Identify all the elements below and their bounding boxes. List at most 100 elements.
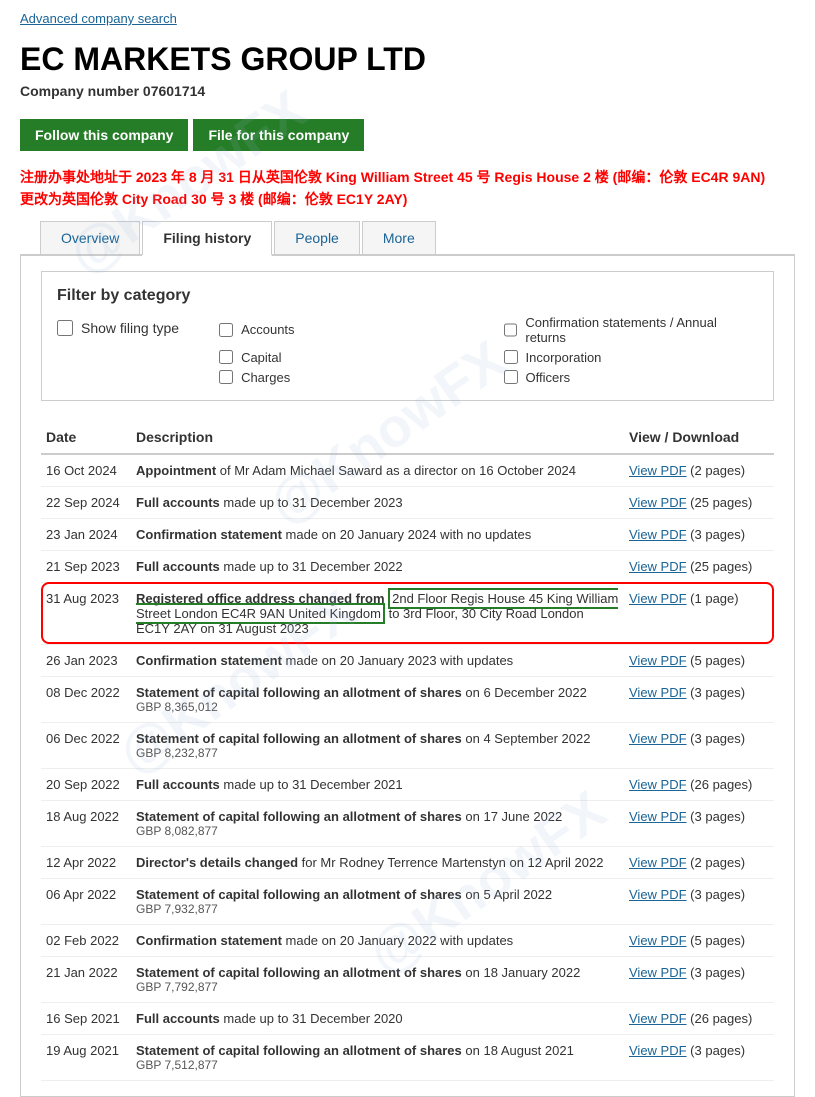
- tabs-nav: Overview Filing history People More: [20, 221, 795, 256]
- view-pdf-link[interactable]: View PDF: [629, 855, 687, 870]
- view-pdf-link[interactable]: View PDF: [629, 1011, 687, 1026]
- main-content: Filter by category Show filing type Acco…: [20, 256, 795, 1097]
- table-row: 31 Aug 2023Registered office address cha…: [41, 582, 774, 644]
- view-pdf-link[interactable]: View PDF: [629, 653, 687, 668]
- page-count: (5 pages): [687, 933, 746, 948]
- filing-description: Full accounts made up to 31 December 202…: [131, 1002, 624, 1034]
- filing-description: Full accounts made up to 31 December 202…: [131, 486, 624, 518]
- filter-incorporation: Incorporation: [504, 350, 758, 365]
- table-row: 22 Sep 2024Full accounts made up to 31 D…: [41, 486, 774, 518]
- filter-row: Show filing type Accounts Confirmation s…: [57, 315, 758, 385]
- filing-description: Statement of capital following an allotm…: [131, 676, 624, 722]
- filing-description: Confirmation statement made on 20 Januar…: [131, 644, 624, 676]
- view-pdf-link[interactable]: View PDF: [629, 591, 687, 606]
- table-row: 06 Dec 2022Statement of capital followin…: [41, 722, 774, 768]
- page-count: (26 pages): [687, 777, 753, 792]
- page-count: (3 pages): [687, 685, 746, 700]
- table-row: 06 Apr 2022Statement of capital followin…: [41, 878, 774, 924]
- view-pdf-link[interactable]: View PDF: [629, 809, 687, 824]
- view-pdf-link[interactable]: View PDF: [629, 527, 687, 542]
- filing-view: View PDF (3 pages): [624, 518, 774, 550]
- filter-capital-checkbox[interactable]: [219, 350, 233, 364]
- filing-view: View PDF (3 pages): [624, 722, 774, 768]
- filing-date: 31 Aug 2023: [41, 582, 131, 644]
- tab-people[interactable]: People: [274, 221, 360, 254]
- table-row: 26 Jan 2023Confirmation statement made o…: [41, 644, 774, 676]
- table-row: 23 Jan 2024Confirmation statement made o…: [41, 518, 774, 550]
- view-pdf-link[interactable]: View PDF: [629, 777, 687, 792]
- tab-more[interactable]: More: [362, 221, 436, 254]
- header-date: Date: [41, 421, 131, 454]
- company-number-value: 07601714: [143, 83, 205, 99]
- advanced-search-link[interactable]: Advanced company search: [20, 11, 177, 26]
- view-pdf-link[interactable]: View PDF: [629, 685, 687, 700]
- page-count: (3 pages): [687, 527, 746, 542]
- page-count: (25 pages): [687, 559, 753, 574]
- view-pdf-link[interactable]: View PDF: [629, 495, 687, 510]
- filing-view: View PDF (3 pages): [624, 800, 774, 846]
- filing-description: Statement of capital following an allotm…: [131, 878, 624, 924]
- table-header: Date Description View / Download: [41, 421, 774, 454]
- filter-accounts-checkbox[interactable]: [219, 323, 233, 337]
- tab-filing-history[interactable]: Filing history: [142, 221, 272, 256]
- view-pdf-link[interactable]: View PDF: [629, 559, 687, 574]
- show-filing-checkbox[interactable]: [57, 320, 73, 336]
- table-row: 21 Sep 2023Full accounts made up to 31 D…: [41, 550, 774, 582]
- filter-confirmation-checkbox[interactable]: [504, 323, 518, 337]
- filing-description: Statement of capital following an allotm…: [131, 722, 624, 768]
- notice-line1: 注册办事处地址于 2023 年 8 月 31 日从英国伦敦 King Willi…: [20, 166, 795, 188]
- filing-date: 16 Sep 2021: [41, 1002, 131, 1034]
- table-row: 02 Feb 2022Confirmation statement made o…: [41, 924, 774, 956]
- filter-charges: Charges: [219, 370, 473, 385]
- page-count: (25 pages): [687, 495, 753, 510]
- filing-description: Registered office address changed from 2…: [131, 582, 624, 644]
- table-row: 08 Dec 2022Statement of capital followin…: [41, 676, 774, 722]
- company-number-label: Company number: [20, 83, 139, 99]
- address-notice: 注册办事处地址于 2023 年 8 月 31 日从英国伦敦 King Willi…: [0, 161, 815, 221]
- tab-overview[interactable]: Overview: [40, 221, 140, 254]
- follow-button[interactable]: Follow this company: [20, 119, 188, 151]
- filing-view: View PDF (26 pages): [624, 1002, 774, 1034]
- filing-date: 08 Dec 2022: [41, 676, 131, 722]
- filter-charges-checkbox[interactable]: [219, 370, 233, 384]
- filing-date: 20 Sep 2022: [41, 768, 131, 800]
- page-count: (3 pages): [687, 731, 746, 746]
- filter-officers-checkbox[interactable]: [504, 370, 518, 384]
- filing-sub: GBP 7,792,877: [136, 980, 619, 994]
- filing-view: View PDF (3 pages): [624, 676, 774, 722]
- view-pdf-link[interactable]: View PDF: [629, 887, 687, 902]
- filter-title: Filter by category: [57, 287, 758, 305]
- filing-view: View PDF (25 pages): [624, 550, 774, 582]
- filing-description: Confirmation statement made on 20 Januar…: [131, 518, 624, 550]
- page-count: (3 pages): [687, 809, 746, 824]
- filing-date: 12 Apr 2022: [41, 846, 131, 878]
- view-pdf-link[interactable]: View PDF: [629, 933, 687, 948]
- file-button[interactable]: File for this company: [193, 119, 364, 151]
- filing-view: View PDF (2 pages): [624, 846, 774, 878]
- filing-sub: GBP 8,365,012: [136, 700, 619, 714]
- view-pdf-link[interactable]: View PDF: [629, 1043, 687, 1058]
- table-row: 18 Aug 2022Statement of capital followin…: [41, 800, 774, 846]
- filing-date: 21 Sep 2023: [41, 550, 131, 582]
- filter-incorporation-checkbox[interactable]: [504, 350, 518, 364]
- view-pdf-link[interactable]: View PDF: [629, 965, 687, 980]
- filing-view: View PDF (5 pages): [624, 644, 774, 676]
- table-row: 20 Sep 2022Full accounts made up to 31 D…: [41, 768, 774, 800]
- view-pdf-link[interactable]: View PDF: [629, 463, 687, 478]
- filing-date: 06 Dec 2022: [41, 722, 131, 768]
- page-count: (1 page): [687, 591, 739, 606]
- filing-sub: GBP 8,232,877: [136, 746, 619, 760]
- table-row: 21 Jan 2022Statement of capital followin…: [41, 956, 774, 1002]
- filter-section: Filter by category Show filing type Acco…: [41, 271, 774, 401]
- page-count: (3 pages): [687, 1043, 746, 1058]
- view-pdf-link[interactable]: View PDF: [629, 731, 687, 746]
- top-link-section: Advanced company search: [0, 0, 815, 36]
- filing-view: View PDF (3 pages): [624, 956, 774, 1002]
- table-row: 16 Sep 2021Full accounts made up to 31 D…: [41, 1002, 774, 1034]
- company-number: Company number 07601714: [20, 83, 795, 99]
- filing-date: 16 Oct 2024: [41, 454, 131, 487]
- company-title-section: EC MARKETS GROUP LTD Company number 0760…: [0, 36, 815, 114]
- filing-sub: GBP 8,082,877: [136, 824, 619, 838]
- filing-description: Statement of capital following an allotm…: [131, 956, 624, 1002]
- filing-sub: GBP 7,512,877: [136, 1058, 619, 1072]
